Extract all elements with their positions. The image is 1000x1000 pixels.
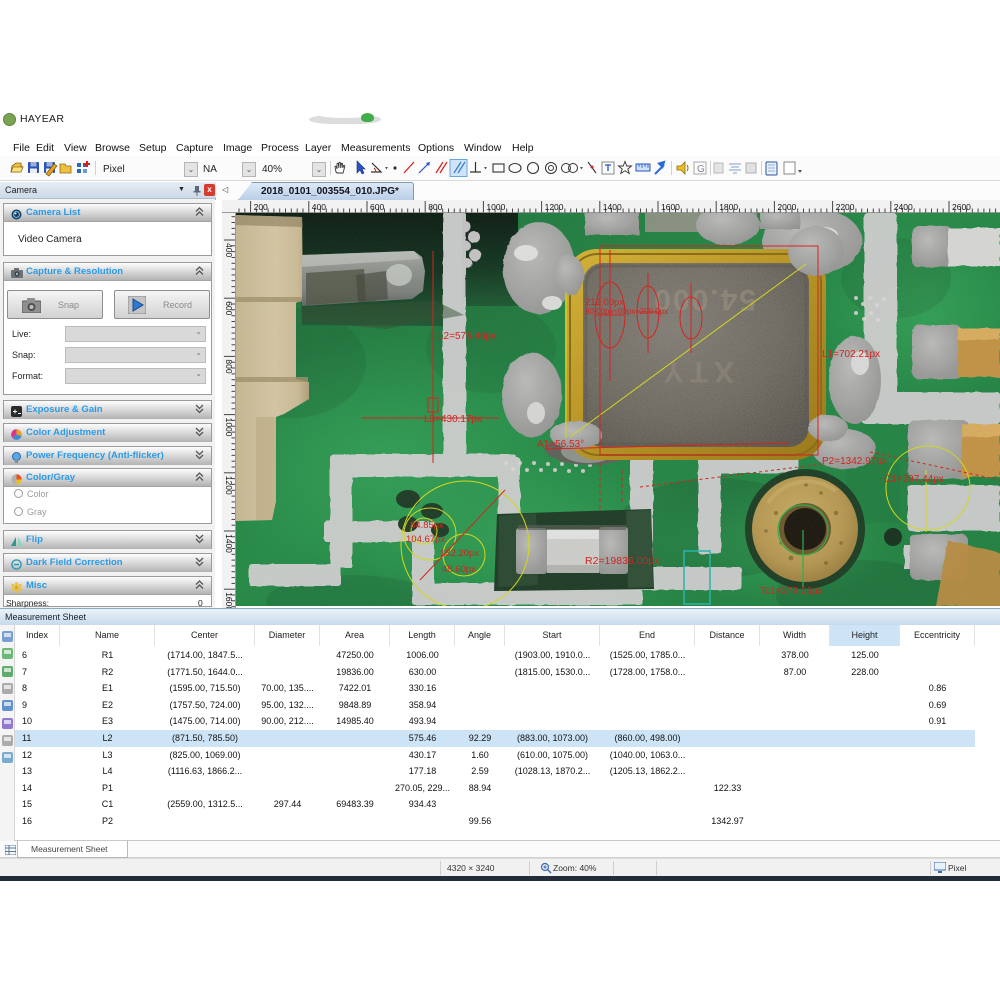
svg-text:Tc1=378.06px: Tc1=378.06px [760, 586, 823, 597]
svg-text:2600: 2600 [952, 202, 971, 212]
svg-text:800: 800 [224, 359, 234, 373]
svg-text:1200: 1200 [545, 202, 564, 212]
svg-text:2400: 2400 [894, 202, 913, 212]
svg-text:1000: 1000 [224, 418, 234, 437]
svg-text:L3=430.17px: L3=430.17px [424, 414, 482, 425]
svg-text:1200: 1200 [224, 476, 234, 495]
svg-text:84.85px: 84.85px [410, 520, 444, 531]
svg-text:600: 600 [370, 202, 384, 212]
svg-text:132.20px: 132.20px [440, 548, 479, 559]
svg-text:A1=56.53°: A1=56.53° [537, 439, 584, 450]
svg-text:90.00px≈00px≈200.0px: 90.00px≈00px≈200.0px [585, 307, 668, 316]
svg-text:1800: 1800 [719, 202, 738, 212]
svg-text:1600: 1600 [224, 592, 234, 608]
svg-text:200: 200 [254, 202, 268, 212]
svg-text:48.60px: 48.60px [442, 564, 476, 575]
svg-text:1400: 1400 [603, 202, 622, 212]
svg-text:104.67px: 104.67px [406, 534, 445, 545]
svg-text:2000: 2000 [777, 202, 796, 212]
svg-text:L2=575.46px: L2=575.46px [438, 331, 496, 342]
svg-text:1000: 1000 [486, 202, 505, 212]
svg-text:600: 600 [224, 301, 234, 315]
svg-text:2200: 2200 [836, 202, 855, 212]
svg-text:800: 800 [428, 202, 442, 212]
svg-text:P2=1342.97px: P2=1342.97px [822, 456, 887, 467]
svg-text:400: 400 [224, 243, 234, 257]
svg-text:L1=702.21px: L1=702.21px [822, 349, 880, 360]
svg-text:1400: 1400 [224, 534, 234, 553]
svg-text:G: G [697, 164, 705, 175]
svg-text:C1=297.44px: C1=297.44px [884, 474, 944, 485]
svg-text:R2=19836.00px: R2=19836.00px [585, 555, 660, 567]
svg-text:1600: 1600 [661, 202, 680, 212]
svg-text:400: 400 [312, 202, 326, 212]
